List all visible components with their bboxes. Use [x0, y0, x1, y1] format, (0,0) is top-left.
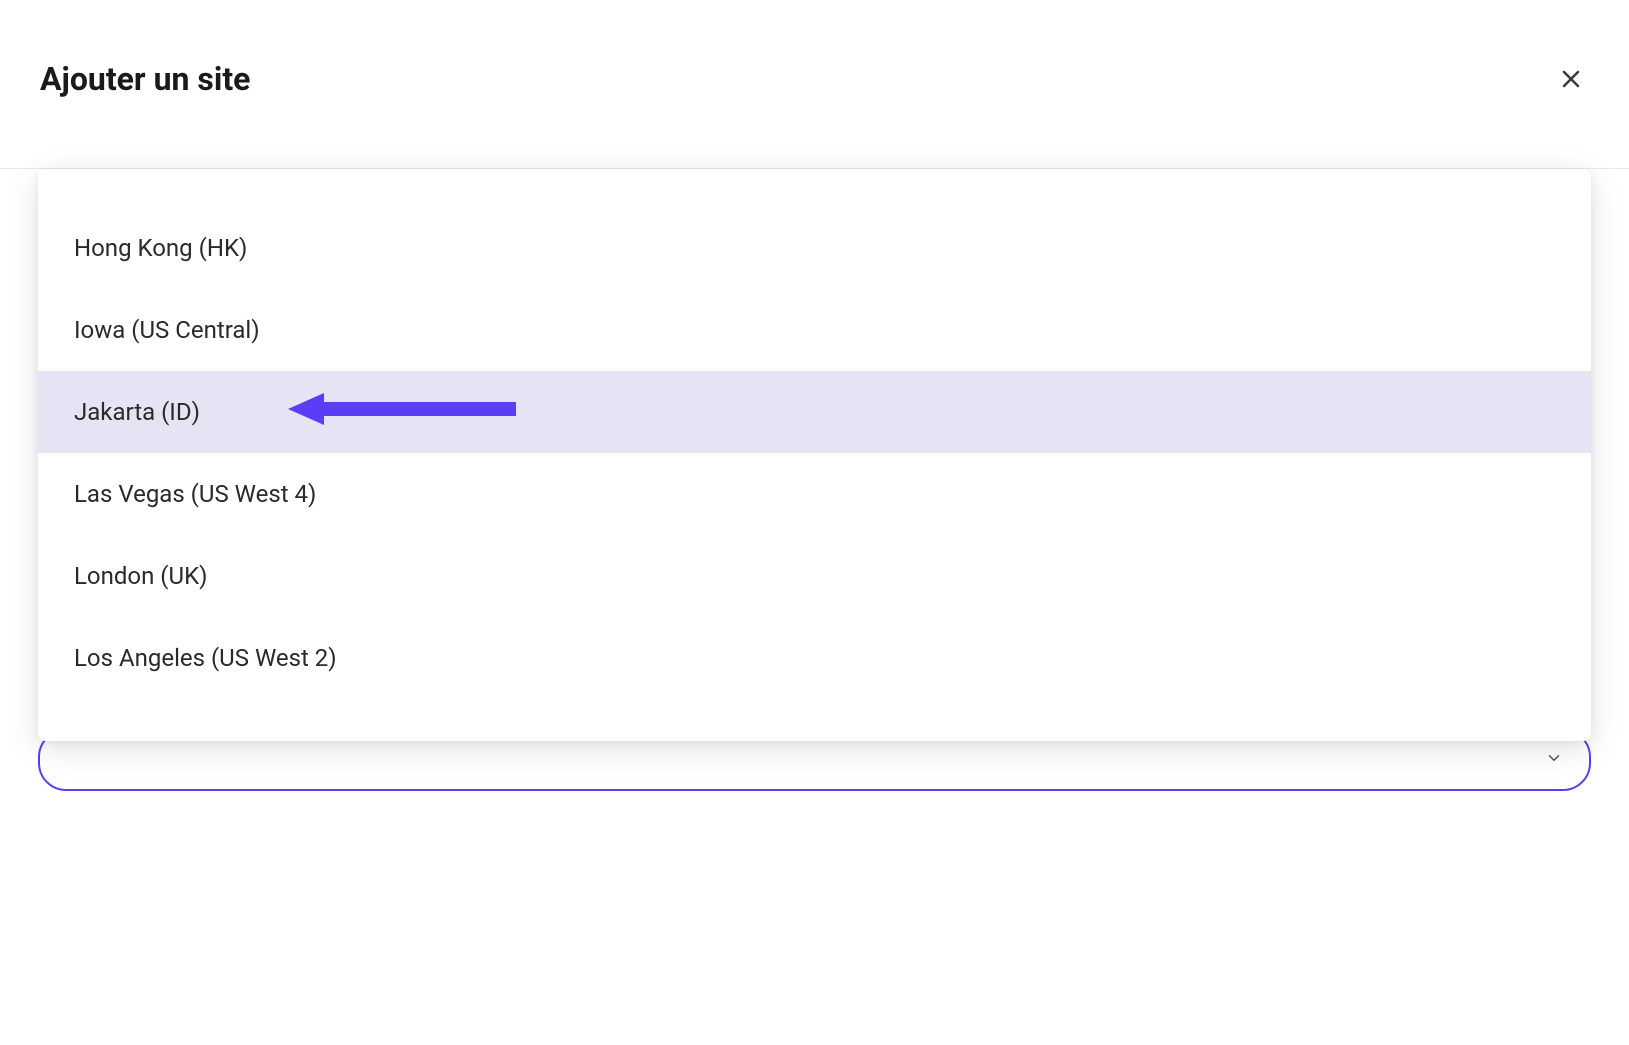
- dialog-header: Ajouter un site: [0, 0, 1629, 169]
- option-london[interactable]: London (UK): [38, 535, 1591, 617]
- option-label: Las Vegas (US West 4): [74, 480, 316, 508]
- option-las-vegas[interactable]: Las Vegas (US West 4): [38, 453, 1591, 535]
- close-icon: [1559, 67, 1583, 91]
- chevron-down-icon: [1545, 749, 1563, 771]
- option-label: London (UK): [74, 562, 208, 590]
- option-jakarta[interactable]: Jakarta (ID): [38, 371, 1591, 453]
- annotation-arrow: [288, 391, 518, 433]
- option-label: Iowa (US Central): [74, 316, 260, 344]
- option-label: Hong Kong (HK): [74, 234, 247, 262]
- option-madrid[interactable]: Madrid (ES): [38, 699, 1591, 726]
- location-dropdown: Hong Kong (HK) Iowa (US Central) Jakarta…: [38, 169, 1591, 741]
- option-iowa[interactable]: Iowa (US Central): [38, 289, 1591, 371]
- option-label: Los Angeles (US West 2): [74, 644, 337, 672]
- option-los-angeles[interactable]: Los Angeles (US West 2): [38, 617, 1591, 699]
- dialog-title: Ajouter un site: [40, 60, 250, 98]
- option-label: Jakarta (ID): [74, 398, 200, 426]
- close-button[interactable]: [1553, 61, 1589, 97]
- option-hong-kong[interactable]: Hong Kong (HK): [38, 207, 1591, 289]
